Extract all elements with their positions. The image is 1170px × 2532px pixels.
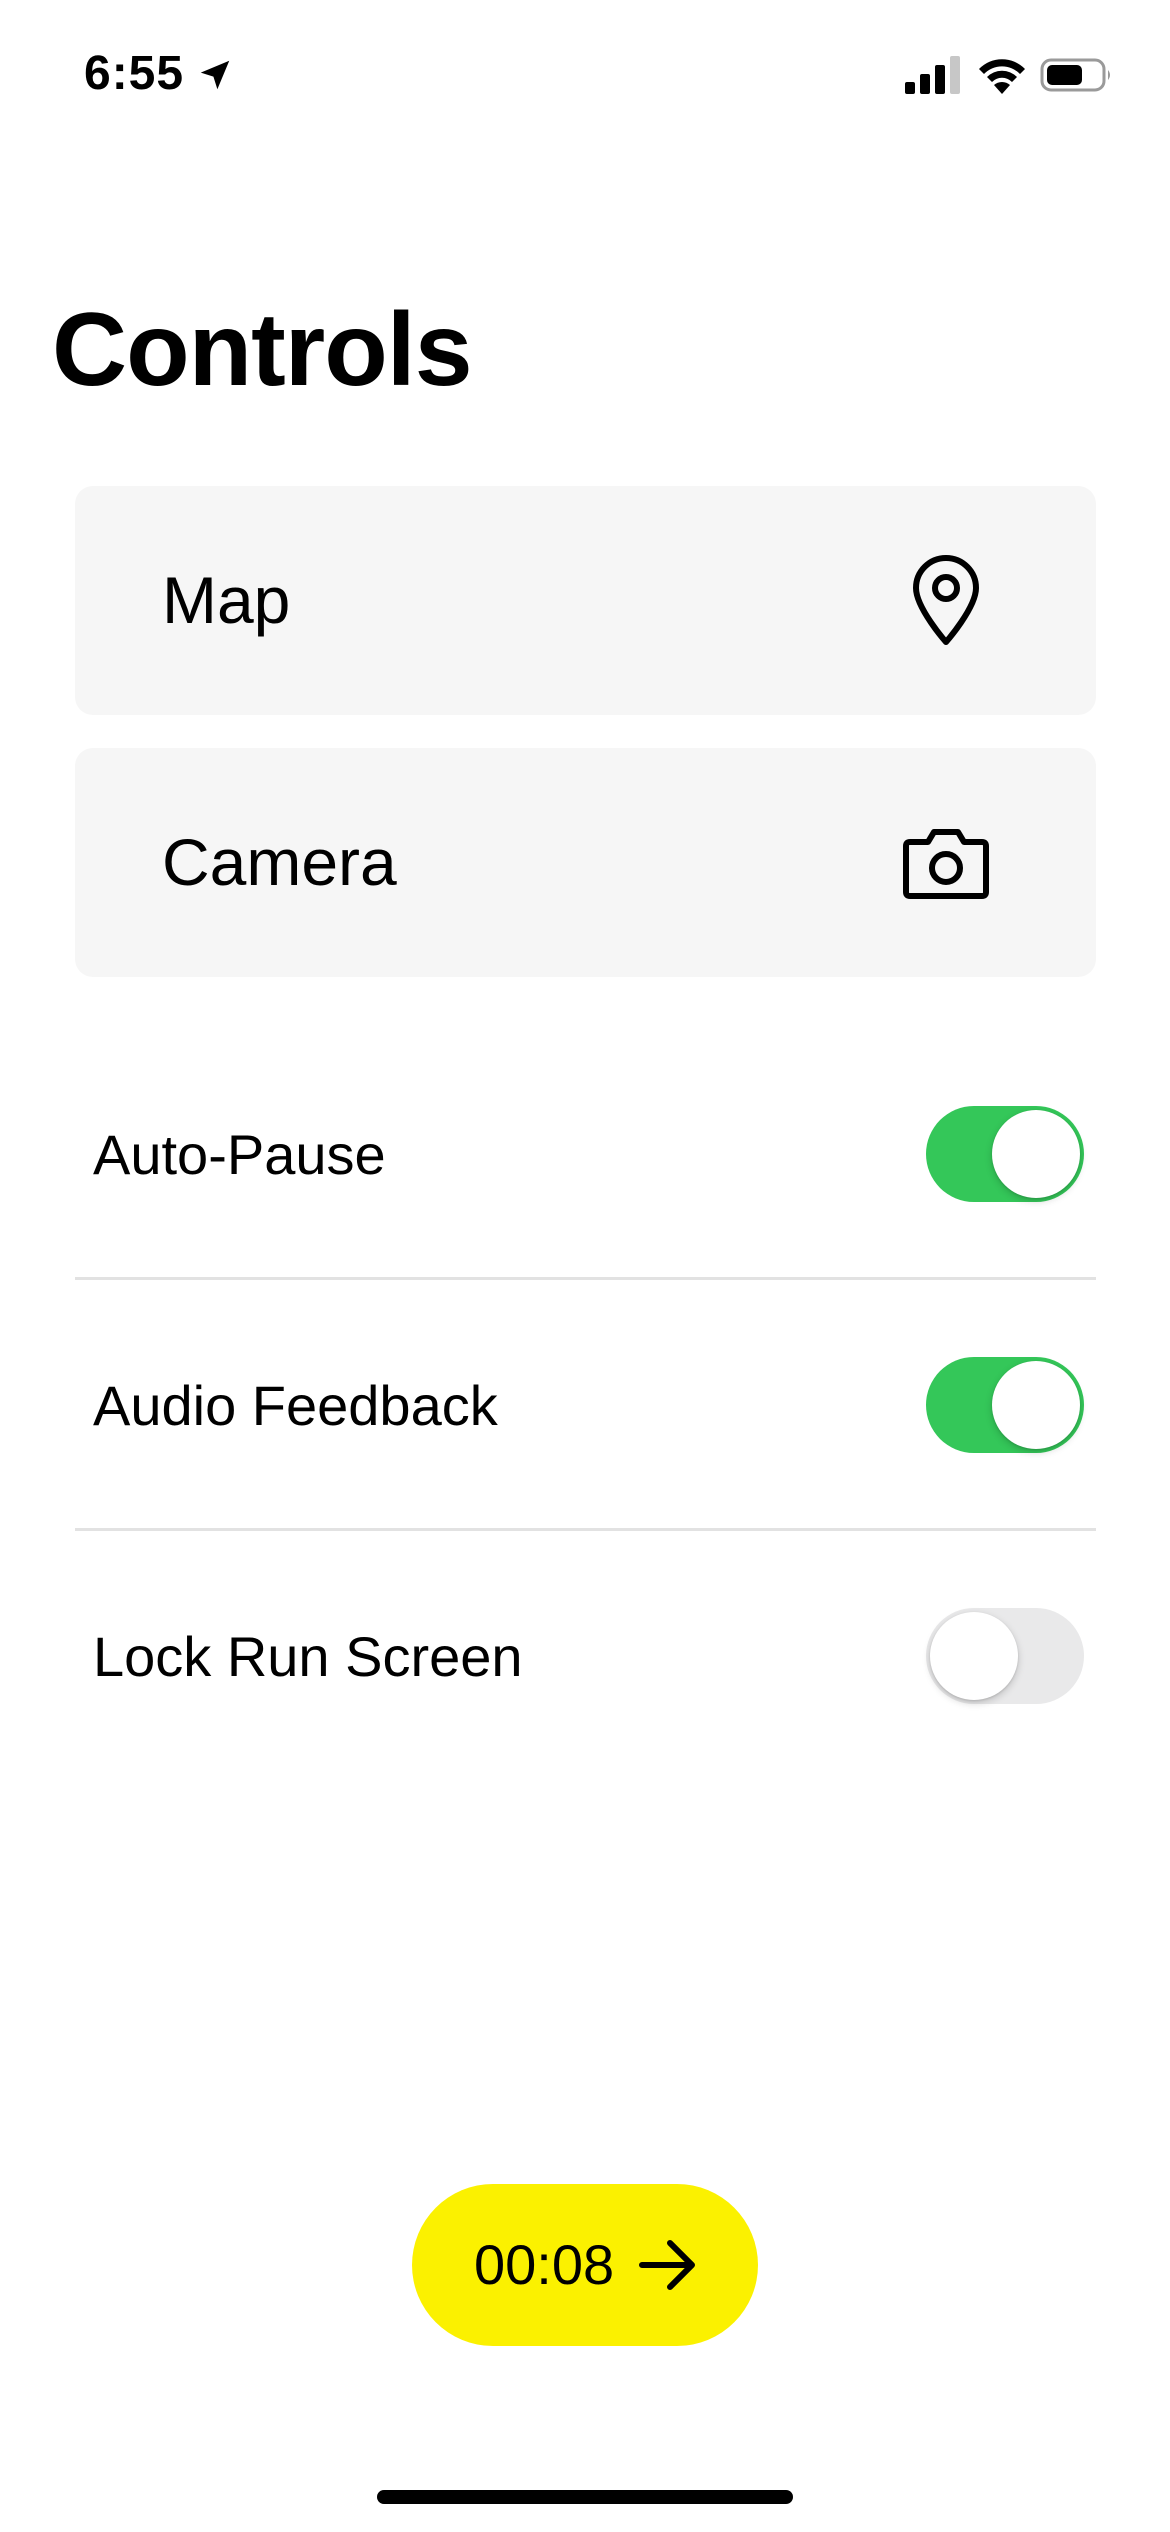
auto-pause-toggle[interactable] [926, 1106, 1084, 1202]
home-indicator[interactable] [377, 2490, 793, 2504]
toggle-knob [992, 1361, 1080, 1449]
audio-feedback-label: Audio Feedback [93, 1374, 498, 1437]
camera-icon [903, 829, 989, 899]
status-time: 6:55 [84, 47, 185, 100]
audio-feedback-row: Audio Feedback [75, 1281, 1096, 1531]
toggle-knob [930, 1612, 1018, 1700]
row-divider [75, 1277, 1096, 1280]
toggle-knob [992, 1110, 1080, 1198]
map-card-button[interactable]: Map [75, 486, 1096, 715]
battery-icon [1040, 58, 1110, 92]
row-divider [75, 1528, 1096, 1531]
camera-card-button[interactable]: Camera [75, 748, 1096, 977]
cellular-signal-icon [905, 56, 960, 94]
auto-pause-row: Auto-Pause [75, 1030, 1096, 1280]
lock-run-screen-toggle[interactable] [926, 1608, 1084, 1704]
timer-text: 00:08 [474, 2233, 615, 2296]
map-pin-icon [913, 555, 979, 645]
wifi-icon [979, 59, 1025, 94]
page-title: Controls [52, 292, 473, 408]
lock-run-screen-row: Lock Run Screen [75, 1532, 1096, 1782]
auto-pause-label: Auto-Pause [93, 1123, 386, 1186]
lock-run-screen-label: Lock Run Screen [93, 1625, 523, 1688]
status-bar: 6:55 [0, 0, 1170, 150]
location-arrow-icon [200, 60, 230, 90]
arrow-right-icon [639, 2240, 695, 2290]
timer-return-button[interactable]: 00:08 [412, 2184, 758, 2346]
audio-feedback-toggle[interactable] [926, 1357, 1084, 1453]
map-card-label: Map [162, 563, 291, 637]
camera-card-label: Camera [162, 825, 397, 899]
